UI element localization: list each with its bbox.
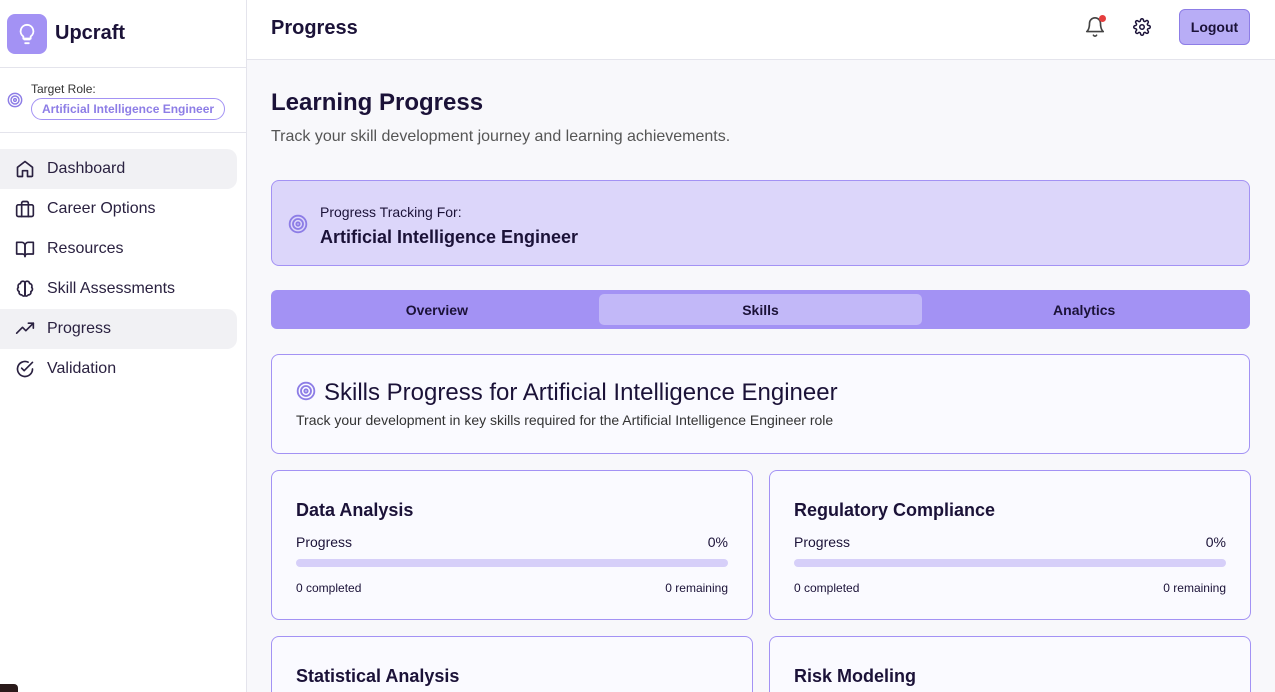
top-bar: Progress Logout [247, 0, 1275, 60]
target-role-badge: Artificial Intelligence Engineer [31, 98, 226, 120]
app-name: Upcraft [55, 22, 126, 44]
target-role: Target Role: Artificial Intelligence Eng… [0, 68, 246, 133]
progress-bar [296, 559, 728, 567]
settings-gear-icon[interactable] [1133, 18, 1151, 41]
tracking-label: Progress Tracking For: [320, 204, 462, 220]
target-icon [7, 92, 23, 113]
page-subtitle: Track your skill development journey and… [271, 128, 731, 145]
progress-percent: 0% [707, 534, 728, 550]
check-circle-icon [16, 360, 34, 378]
corner-widget [0, 684, 18, 692]
brain-icon [16, 280, 34, 297]
skill-card-risk-modeling: Risk Modeling [769, 636, 1251, 692]
skill-card-statistical-analysis: Statistical Analysis [271, 636, 753, 692]
skills-progress-header-card: Skills Progress for Artificial Intellige… [271, 354, 1250, 454]
tracking-role: Artificial Intelligence Engineer [320, 227, 579, 247]
brand[interactable]: Upcraft [0, 0, 246, 68]
sidebar-item-validation[interactable]: Validation [0, 349, 237, 389]
sidebar-item-label: Validation [47, 360, 117, 377]
progress-tracking-card: Progress Tracking For: Artificial Intell… [271, 180, 1250, 266]
sidebar-item-progress[interactable]: Progress [0, 309, 237, 349]
tab-overview[interactable]: Overview [275, 294, 599, 325]
tab-analytics[interactable]: Analytics [922, 294, 1246, 325]
sidebar-item-label: Resources [47, 240, 124, 257]
progress-percent: 0% [1205, 534, 1226, 550]
sidebar-item-label: Career Options [47, 200, 156, 217]
sidebar-nav: Dashboard Career Options Resources Skill… [0, 133, 246, 389]
completed-count: 0 completed [296, 581, 362, 595]
notifications-bell-icon[interactable] [1084, 15, 1106, 39]
page-title: Learning Progress [271, 89, 484, 116]
notification-dot [1099, 15, 1106, 22]
tab-skills[interactable]: Skills [598, 294, 923, 325]
remaining-count: 0 remaining [665, 581, 728, 595]
sidebar-item-skill-assessments[interactable]: Skill Assessments [0, 269, 237, 309]
target-icon [288, 214, 308, 239]
progress-label: Progress [296, 534, 353, 550]
progress-bar [794, 559, 1226, 567]
sidebar-item-resources[interactable]: Resources [0, 229, 237, 269]
skills-progress-subtitle: Track your development in key skills req… [296, 412, 834, 428]
skill-name: Regulatory Compliance [794, 500, 996, 520]
book-icon [15, 241, 35, 258]
skill-card-data-analysis: Data Analysis Progress 0% 0 completed 0 … [271, 470, 753, 620]
page-header-title: Progress [271, 17, 358, 39]
skill-name: Data Analysis [296, 500, 414, 520]
completed-count: 0 completed [794, 581, 860, 595]
skill-name: Risk Modeling [794, 666, 917, 686]
skill-name: Statistical Analysis [296, 666, 460, 686]
trending-up-icon [15, 322, 35, 334]
logout-button[interactable]: Logout [1179, 9, 1250, 45]
lightbulb-icon [7, 13, 47, 54]
skills-progress-title: Skills Progress for Artificial Intellige… [324, 379, 838, 406]
sidebar-item-career-options[interactable]: Career Options [0, 189, 237, 229]
briefcase-icon [15, 200, 35, 218]
target-role-label: Target Role: [31, 82, 96, 96]
target-icon [296, 381, 316, 406]
progress-label: Progress [794, 534, 851, 550]
remaining-count: 0 remaining [1163, 581, 1226, 595]
sidebar-item-label: Dashboard [47, 160, 126, 177]
home-icon [16, 160, 34, 178]
sidebar-item-label: Progress [47, 320, 112, 337]
skill-card-regulatory-compliance: Regulatory Compliance Progress 0% 0 comp… [769, 470, 1251, 620]
sidebar: Upcraft Target Role: Artificial Intellig… [0, 0, 247, 692]
sidebar-item-dashboard[interactable]: Dashboard [0, 149, 237, 189]
sidebar-item-label: Skill Assessments [47, 280, 176, 297]
progress-tabs: Overview Skills Analytics [271, 290, 1250, 329]
